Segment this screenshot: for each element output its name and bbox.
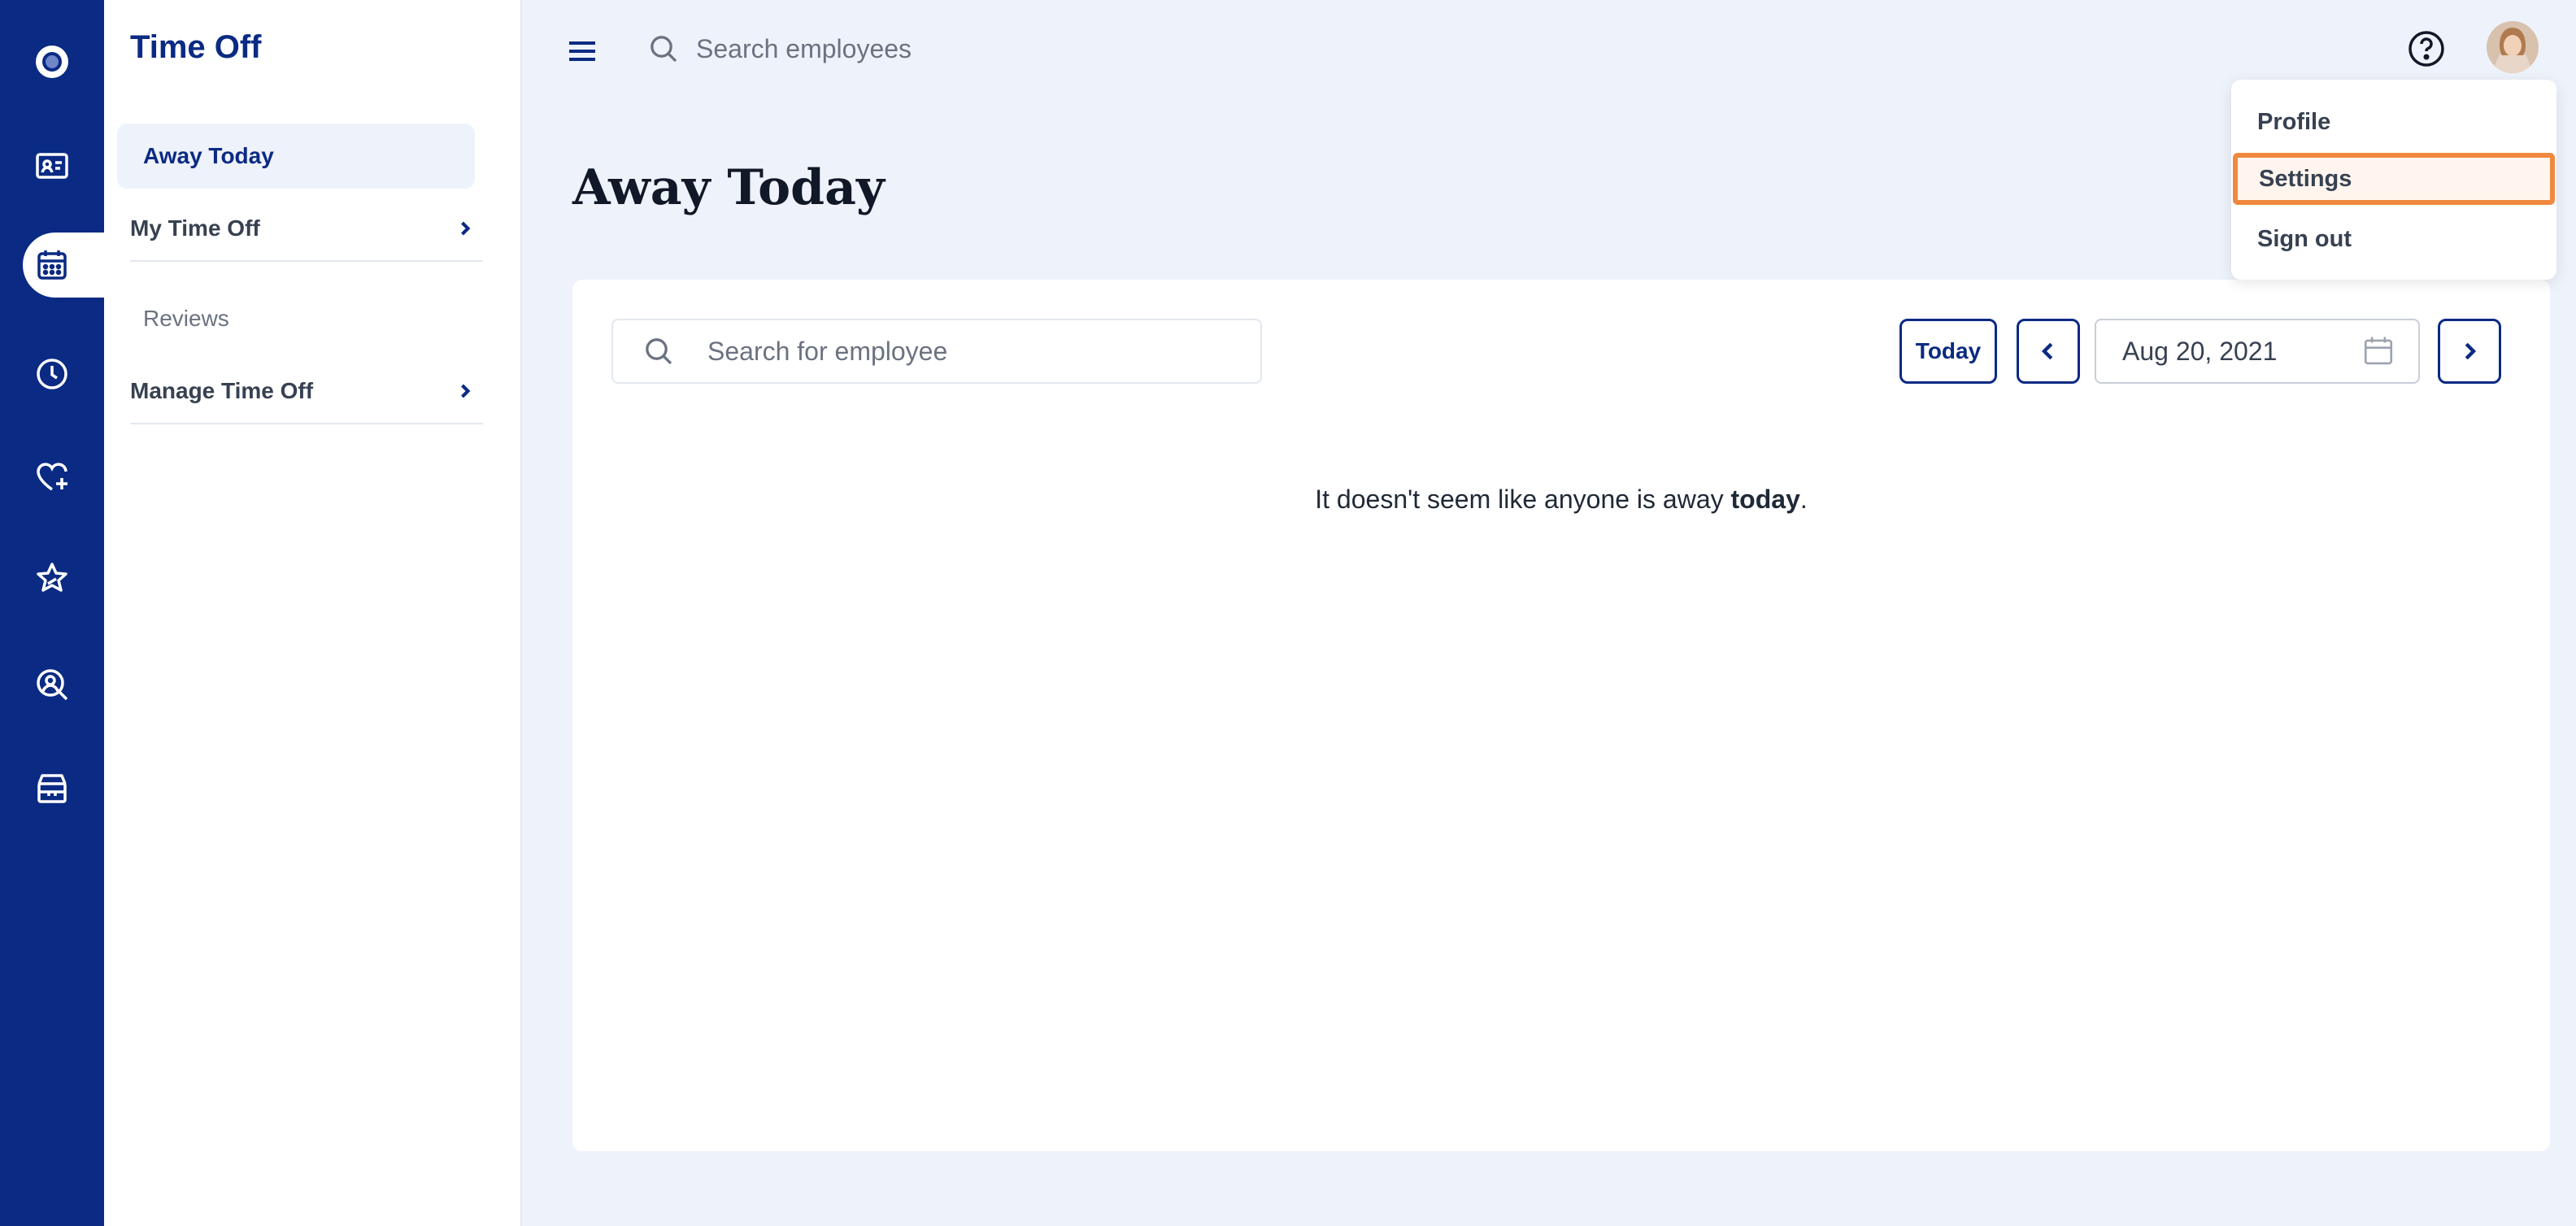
search-icon [651,36,677,63]
user-menu-dropdown: Profile Settings Sign out [2231,80,2556,280]
sidebar-item-label: Manage Time Off [130,378,314,403]
menu-item-sign-out[interactable]: Sign out [2231,213,2556,265]
search-icon [646,338,672,365]
menu-item-settings[interactable]: Settings [2233,153,2555,205]
next-day-button[interactable] [2438,319,2501,384]
sidebar-item-reviews[interactable]: Reviews [143,306,229,332]
sidebar-item-label: Away Today [143,143,274,168]
sidebar-item-away-today[interactable]: Away Today [117,124,475,189]
employee-search-box [611,319,1262,384]
previous-day-button[interactable] [2017,319,2080,384]
section-title: Time Off [130,29,262,65]
chevron-right-icon [461,384,471,398]
hamburger-icon [569,41,595,61]
user-avatar[interactable] [2487,21,2539,73]
date-input[interactable] [2122,336,2350,367]
sidebar-item-manage-time-off[interactable]: Manage Time Off [130,359,483,424]
sidebar-item-my-time-off[interactable]: My Time Off [130,197,483,262]
help-icon [2408,31,2444,67]
person-search-icon[interactable] [0,652,104,717]
menu-toggle-button[interactable] [569,37,598,67]
date-picker[interactable] [2095,319,2420,384]
logo-icon[interactable] [0,29,104,94]
search-input[interactable] [696,33,1184,64]
empty-state-punct: . [1799,485,1808,514]
help-button[interactable] [2407,29,2446,68]
clock-icon[interactable] [0,341,104,406]
calendar-icon[interactable] [23,233,104,298]
calendar-icon[interactable] [2361,334,2395,368]
contact-card-icon[interactable] [0,133,104,198]
time-off-sidebar: Time Off Away Today My Time Off Reviews … [104,0,522,1226]
menu-item-profile[interactable]: Profile [2231,96,2556,148]
employee-search [647,29,1216,68]
chevron-right-icon [2465,342,2477,360]
star-icon[interactable] [0,546,104,611]
icon-rail [0,0,104,1226]
page-title: Away Today [572,159,885,216]
empty-state-text: It doesn't seem like anyone is away [1315,485,1731,514]
sidebar-item-label: My Time Off [130,215,260,241]
chevron-left-icon [2041,342,2053,360]
chevron-right-icon [461,221,471,236]
empty-state-emphasis: today [1730,485,1800,514]
empty-state-message: It doesn't seem like anyone is away toda… [572,485,2550,515]
box-icon[interactable] [0,756,104,821]
away-today-card: Today It doesn't seem like anyone is awa… [572,280,2550,1151]
today-button[interactable]: Today [1899,319,1997,384]
employee-search-input[interactable] [707,336,1163,367]
heart-plus-icon[interactable] [0,444,104,509]
